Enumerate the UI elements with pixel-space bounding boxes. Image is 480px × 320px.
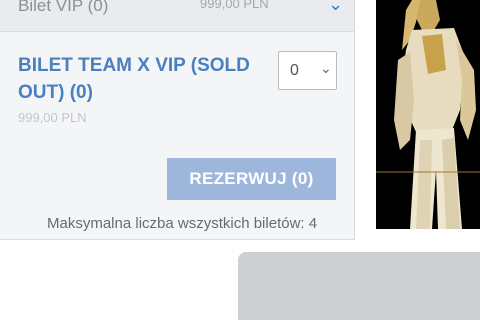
ticket-limit-text: Maksymalna liczba wszystkich biletów: 4 — [47, 215, 318, 232]
quantity-select[interactable]: 0 ⌄ — [278, 51, 337, 90]
reserve-button[interactable]: REZERWUJ (0) — [167, 158, 336, 200]
chevron-down-icon: ⌄ — [320, 60, 332, 76]
artist-photo-image — [376, 0, 480, 229]
ticket-vip-price: 999,00 PLN — [200, 0, 269, 11]
artist-photo — [376, 0, 480, 229]
quantity-value: 0 — [290, 62, 299, 79]
ticket-vip-name: Bilet VIP (0) — [18, 0, 109, 15]
grey-card — [238, 252, 480, 320]
ticket-name: BILET TEAM X VIP (SOLD OUT) (0) — [18, 55, 250, 103]
chevron-down-icon[interactable]: ⌄ — [328, 0, 343, 15]
ticket-panel: Bilet VIP (0) 999,00 PLN ⌄ BILET TEAM X … — [0, 0, 355, 240]
ticket-row-vip[interactable]: Bilet VIP (0) 999,00 PLN ⌄ — [0, 0, 354, 32]
ticket-price: 999,00 PLN — [18, 110, 87, 125]
